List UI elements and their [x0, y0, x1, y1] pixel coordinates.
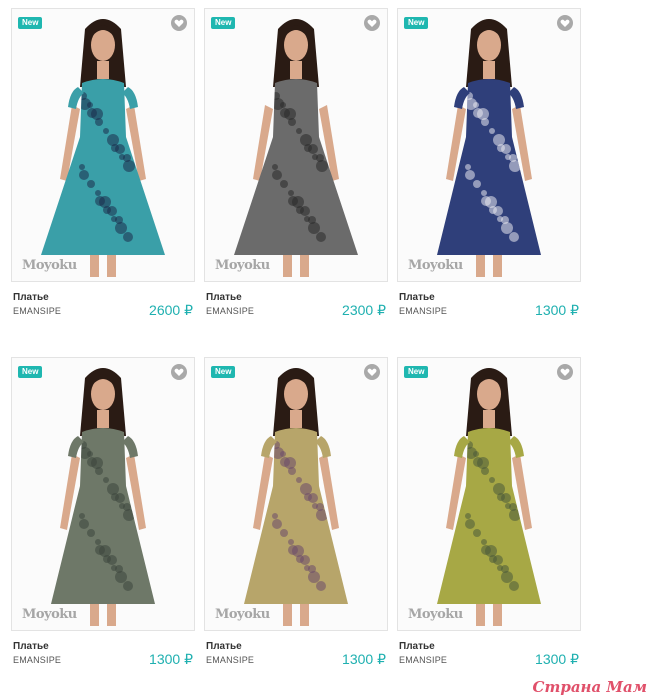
product-name[interactable]: Платье — [13, 641, 49, 652]
new-badge: New — [211, 366, 236, 378]
product-price: 2300 ₽ — [342, 302, 386, 318]
dress-photo[interactable] — [398, 358, 580, 630]
product-name[interactable]: Платье — [399, 641, 435, 652]
heart-icon[interactable] — [171, 364, 187, 380]
product-image[interactable]: New Moyoku — [204, 357, 388, 631]
dress-photo[interactable] — [12, 9, 194, 281]
new-badge: New — [404, 366, 429, 378]
new-badge: New — [18, 366, 43, 378]
new-badge: New — [404, 17, 429, 29]
brand-watermark: Moyoku — [22, 607, 77, 622]
product-name[interactable]: Платье — [206, 292, 242, 303]
brand-watermark: Moyoku — [408, 258, 463, 273]
product-brand: EMANSIPE — [399, 306, 448, 316]
dress-photo[interactable] — [205, 9, 387, 281]
product-price: 1300 ₽ — [535, 302, 579, 318]
product-brand: EMANSIPE — [206, 655, 255, 665]
new-badge: New — [18, 17, 43, 29]
dress-photo[interactable] — [12, 358, 194, 630]
product-brand: EMANSIPE — [13, 655, 62, 665]
brand-watermark: Moyoku — [408, 607, 463, 622]
product-brand: EMANSIPE — [399, 655, 448, 665]
heart-icon[interactable] — [364, 364, 380, 380]
product-brand: EMANSIPE — [13, 306, 62, 316]
dress-photo[interactable] — [205, 358, 387, 630]
product-image[interactable]: New Moyoku — [397, 357, 581, 631]
product-brand: EMANSIPE — [206, 306, 255, 316]
product-name[interactable]: Платье — [13, 292, 49, 303]
heart-icon[interactable] — [171, 15, 187, 31]
heart-icon[interactable] — [557, 15, 573, 31]
product-image[interactable]: New Moyoku — [397, 8, 581, 282]
brand-watermark: Moyoku — [215, 607, 270, 622]
product-price: 1300 ₽ — [342, 651, 386, 667]
heart-icon[interactable] — [557, 364, 573, 380]
brand-watermark: Moyoku — [215, 258, 270, 273]
product-name[interactable]: Платье — [399, 292, 435, 303]
product-image[interactable]: New Moyoku — [204, 8, 388, 282]
product-price: 1300 ₽ — [535, 651, 579, 667]
dress-photo[interactable] — [398, 9, 580, 281]
product-image[interactable]: New Moyoku — [11, 8, 195, 282]
product-price: 1300 ₽ — [149, 651, 193, 667]
product-name[interactable]: Платье — [206, 641, 242, 652]
heart-icon[interactable] — [364, 15, 380, 31]
product-image[interactable]: New Moyoku — [11, 357, 195, 631]
site-watermark: Страна Мам — [532, 678, 647, 696]
brand-watermark: Moyoku — [22, 258, 77, 273]
new-badge: New — [211, 17, 236, 29]
product-price: 2600 ₽ — [149, 302, 193, 318]
